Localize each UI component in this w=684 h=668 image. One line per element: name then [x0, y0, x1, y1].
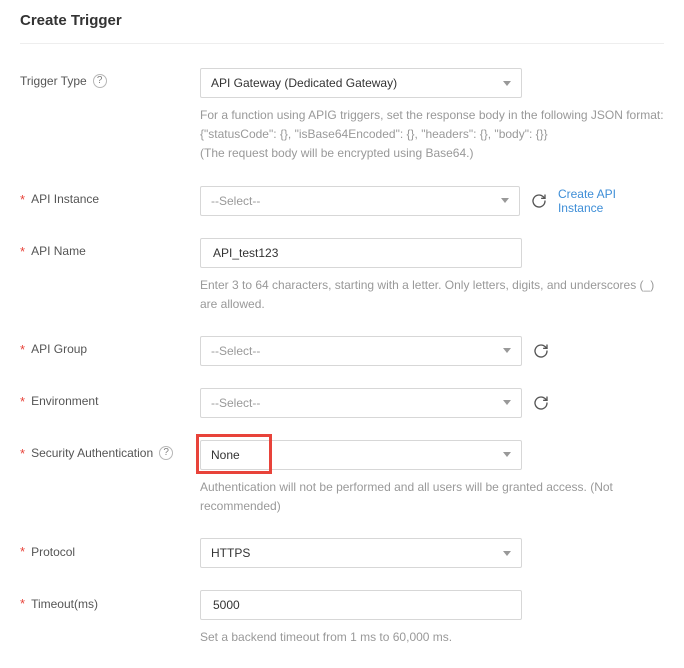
row-protocol: * Protocol HTTPS [20, 538, 664, 568]
security-select[interactable]: None [200, 440, 522, 470]
chevron-down-icon [503, 81, 511, 86]
row-api-group: * API Group --Select-- [20, 336, 664, 366]
timeout-input-wrap [200, 590, 522, 620]
refresh-icon[interactable] [532, 342, 550, 360]
row-environment: * Environment --Select-- [20, 388, 664, 418]
chevron-down-icon [503, 400, 511, 405]
api-name-input[interactable] [211, 245, 511, 261]
label-timeout: Timeout(ms) [31, 597, 98, 611]
api-group-select[interactable]: --Select-- [200, 336, 522, 366]
label-protocol: Protocol [31, 545, 75, 559]
refresh-icon[interactable] [532, 394, 550, 412]
api-name-input-wrap [200, 238, 522, 268]
trigger-type-value: API Gateway (Dedicated Gateway) [211, 76, 397, 90]
trigger-type-help-2: {"statusCode": {}, "isBase64Encoded": {}… [200, 125, 664, 144]
row-timeout: * Timeout(ms) Set a backend timeout from… [20, 590, 664, 647]
required-mark: * [20, 244, 25, 259]
label-api-group: API Group [31, 342, 87, 356]
refresh-icon[interactable] [530, 192, 548, 210]
trigger-type-help-3: (The request body will be encrypted usin… [200, 144, 664, 163]
required-mark: * [20, 446, 25, 461]
chevron-down-icon [503, 452, 511, 457]
environment-select[interactable]: --Select-- [200, 388, 522, 418]
chevron-down-icon [503, 551, 511, 556]
required-mark: * [20, 192, 25, 207]
required-mark: * [20, 596, 25, 611]
protocol-select[interactable]: HTTPS [200, 538, 522, 568]
row-api-instance: * API Instance --Select-- Create API Ins… [20, 186, 664, 216]
security-value: None [211, 448, 240, 462]
required-mark: * [20, 394, 25, 409]
row-security: * Security Authentication ? None Authent… [20, 440, 664, 516]
api-group-placeholder: --Select-- [211, 344, 260, 358]
help-icon[interactable]: ? [159, 446, 173, 460]
trigger-type-select[interactable]: API Gateway (Dedicated Gateway) [200, 68, 522, 98]
required-mark: * [20, 342, 25, 357]
row-api-name: * API Name Enter 3 to 64 characters, sta… [20, 238, 664, 314]
chevron-down-icon [503, 348, 511, 353]
api-name-help: Enter 3 to 64 characters, starting with … [200, 276, 664, 314]
create-api-instance-link[interactable]: Create API Instance [558, 187, 664, 215]
chevron-down-icon [501, 198, 509, 203]
api-instance-placeholder: --Select-- [211, 194, 260, 208]
required-mark: * [20, 544, 25, 559]
label-trigger-type: Trigger Type [20, 74, 87, 88]
security-help: Authentication will not be performed and… [200, 478, 664, 516]
trigger-type-help-1: For a function using APIG triggers, set … [200, 106, 664, 125]
page-title: Create Trigger [20, 12, 664, 44]
help-icon[interactable]: ? [93, 74, 107, 88]
row-trigger-type: Trigger Type ? API Gateway (Dedicated Ga… [20, 68, 664, 164]
label-security: Security Authentication [31, 446, 153, 460]
label-api-instance: API Instance [31, 192, 99, 206]
timeout-input[interactable] [211, 597, 511, 613]
timeout-help: Set a backend timeout from 1 ms to 60,00… [200, 628, 664, 647]
label-api-name: API Name [31, 244, 86, 258]
protocol-value: HTTPS [211, 546, 250, 560]
api-instance-select[interactable]: --Select-- [200, 186, 520, 216]
environment-placeholder: --Select-- [211, 396, 260, 410]
label-environment: Environment [31, 394, 98, 408]
